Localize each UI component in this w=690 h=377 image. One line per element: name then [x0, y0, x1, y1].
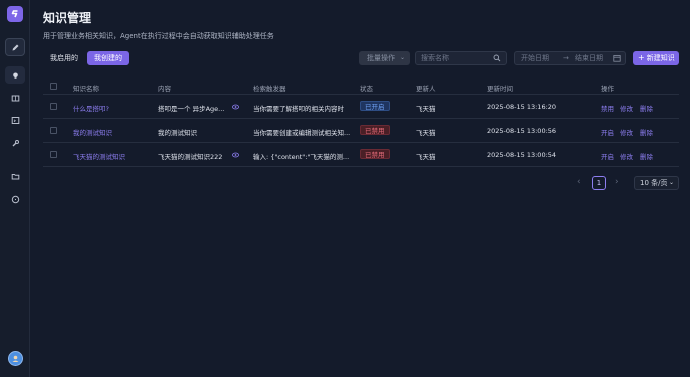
delete-action[interactable]: 删除: [640, 127, 653, 137]
update-time: 2025-08-15 13:00:56: [487, 127, 557, 135]
chat-icon: [11, 195, 19, 203]
edit-action[interactable]: 修改: [620, 103, 633, 113]
eye-icon[interactable]: [232, 104, 239, 110]
date-range-picker[interactable]: 开始日期 → 结束日期: [514, 51, 626, 65]
calendar-icon: [613, 55, 621, 62]
sidebar-item-edit[interactable]: [5, 38, 25, 56]
sidebar-item-help[interactable]: [5, 190, 25, 208]
edit-action[interactable]: 修改: [620, 127, 633, 137]
updater-name: 飞天猫: [416, 153, 436, 161]
new-knowledge-button[interactable]: + 新建知识: [633, 51, 679, 65]
status-badge: 已开启: [360, 101, 390, 111]
lightbulb-icon: [12, 72, 18, 79]
col-header-actions: 操作: [601, 85, 614, 93]
logo-icon: [11, 10, 18, 18]
end-date-input[interactable]: 结束日期: [575, 52, 603, 64]
status-badge: 已禁用: [360, 149, 390, 159]
col-header-updater: 更新人: [416, 85, 436, 93]
batch-actions-label: 批量操作: [367, 54, 395, 62]
trigger-text: 当你需要创建或编辑测试相关知...: [253, 129, 351, 137]
table-row: 什么是搭叩? 搭叩是一个 异步Age... 当你需要了解搭叩的相关内容时 已开启…: [43, 95, 679, 119]
sidebar-item-knowledge[interactable]: [5, 66, 25, 84]
search-input[interactable]: 搜索名称: [415, 51, 507, 65]
tab-enabled-by-me[interactable]: 我启用的: [43, 51, 85, 65]
row-checkbox[interactable]: [50, 103, 57, 110]
prev-page-button[interactable]: ‹: [577, 177, 581, 187]
page-title: 知识管理: [43, 11, 92, 25]
enable-action[interactable]: 开启: [601, 151, 614, 161]
new-knowledge-label: 新建知识: [646, 54, 675, 62]
delete-action[interactable]: 删除: [640, 103, 653, 113]
sidebar-item-terminal[interactable]: [5, 111, 25, 129]
knowledge-name-link[interactable]: 飞天猫的测试知识: [73, 151, 125, 161]
user-avatar[interactable]: [8, 351, 23, 366]
next-page-button[interactable]: ›: [615, 177, 619, 187]
col-header-time: 更新时间: [487, 85, 513, 93]
page-size-select[interactable]: 10 条/页 ⌄: [634, 176, 679, 190]
sidebar-item-folder[interactable]: [5, 167, 25, 185]
sidebar-item-book[interactable]: [5, 89, 25, 107]
knowledge-content: 我的测试知识: [158, 129, 197, 137]
updater-name: 飞天猫: [416, 129, 436, 137]
book-icon: [11, 95, 19, 101]
eye-icon[interactable]: [232, 152, 239, 158]
enable-action[interactable]: 开启: [601, 127, 614, 137]
table-header: 知识名称 内容 检索触发器 状态 更新人 更新时间 操作: [43, 78, 679, 95]
start-date-input[interactable]: 开始日期: [521, 52, 549, 64]
tab-created-by-me[interactable]: 我创建的: [87, 51, 129, 65]
sidebar-item-tools[interactable]: [5, 134, 25, 152]
row-checkbox[interactable]: [50, 127, 57, 134]
knowledge-name-link[interactable]: 我的测试知识: [73, 127, 112, 137]
trigger-text: 输入: {"content":"飞天猫的测...: [253, 153, 350, 161]
status-badge: 已禁用: [360, 125, 390, 135]
page-subtitle: 用于管理业务相关知识，Agent在执行过程中会自动获取知识辅助处理任务: [43, 32, 274, 40]
update-time: 2025-08-15 13:16:20: [487, 103, 557, 111]
search-placeholder: 搜索名称: [421, 54, 449, 62]
folder-icon: [11, 173, 19, 179]
page-size-label: 10 条/页: [640, 179, 668, 187]
delete-action[interactable]: 删除: [640, 151, 653, 161]
date-range-arrow: →: [563, 54, 569, 62]
trigger-text: 当你需要了解搭叩的相关内容时: [253, 105, 344, 113]
col-header-content: 内容: [158, 85, 171, 93]
edit-action[interactable]: 修改: [620, 151, 633, 161]
col-header-status: 状态: [360, 85, 373, 93]
updater-name: 飞天猫: [416, 105, 436, 113]
chevron-down-icon: ⌄: [668, 179, 674, 186]
knowledge-content: 飞天猫的测试知识222: [158, 153, 223, 161]
search-icon: [493, 54, 501, 62]
terminal-icon: [11, 116, 19, 124]
col-header-name: 知识名称: [73, 85, 99, 93]
col-header-trigger: 检索触发器: [253, 85, 286, 93]
row-checkbox[interactable]: [50, 151, 57, 158]
table-row: 我的测试知识 我的测试知识 当你需要创建或编辑测试相关知... 已禁用 飞天猫 …: [43, 119, 679, 143]
sidebar: [0, 0, 30, 377]
page-1-button[interactable]: 1: [592, 176, 606, 190]
app-logo[interactable]: [7, 6, 23, 22]
table-row: 飞天猫的测试知识 飞天猫的测试知识222 输入: {"content":"飞天猫…: [43, 143, 679, 167]
knowledge-name-link[interactable]: 什么是搭叩?: [73, 103, 109, 113]
pen-icon: [12, 44, 18, 50]
tab-group: 我启用的 我创建的: [43, 51, 129, 65]
knowledge-content: 搭叩是一个 异步Age...: [158, 105, 225, 113]
chevron-down-icon: ⌄: [399, 54, 405, 61]
plus-icon: +: [638, 53, 645, 62]
select-all-checkbox[interactable]: [50, 83, 57, 90]
avatar-icon: [12, 355, 19, 362]
disable-action[interactable]: 禁用: [601, 103, 614, 113]
wrench-icon: [12, 139, 19, 146]
update-time: 2025-08-15 13:00:54: [487, 151, 557, 159]
batch-actions-dropdown[interactable]: 批量操作 ⌄: [359, 51, 410, 65]
